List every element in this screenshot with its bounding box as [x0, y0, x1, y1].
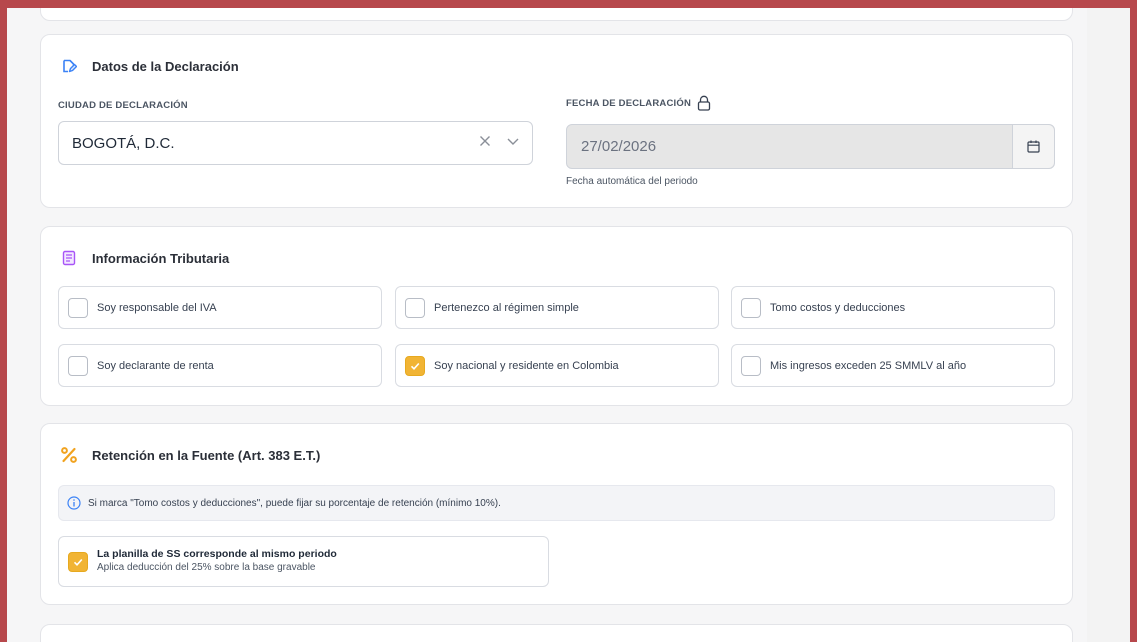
fecha-helper-text: Fecha automática del periodo: [566, 176, 698, 187]
option-planilla-ss[interactable]: La planilla de SS corresponde al mismo p…: [58, 536, 549, 587]
previous-section-card: [40, 8, 1073, 21]
checkbox[interactable]: [405, 297, 425, 318]
datos-declaracion-title: Datos de la Declaración: [92, 58, 239, 74]
fecha-label-group: FECHA DE DECLARACIÓN: [566, 95, 711, 111]
next-section-card: [40, 624, 1073, 642]
clear-icon[interactable]: [478, 134, 492, 152]
ciudad-label: CIUDAD DE DECLARACIÓN: [58, 100, 188, 111]
checkbox[interactable]: [741, 297, 761, 318]
ciudad-select[interactable]: BOGOTÁ, D.C.: [58, 121, 533, 165]
check-icon: [73, 558, 83, 566]
chevron-down-icon[interactable]: [506, 134, 520, 152]
option-ingresos-exceden[interactable]: Mis ingresos exceden 25 SMMLV al año: [731, 344, 1055, 387]
option-responsable-iva[interactable]: Soy responsable del IVA: [58, 286, 382, 329]
info-icon: [67, 496, 81, 510]
checkbox-checked[interactable]: [405, 355, 425, 376]
option-label: Soy responsable del IVA: [97, 301, 217, 314]
checkbox[interactable]: [741, 355, 761, 376]
scrollbar-track[interactable]: [1087, 8, 1130, 642]
option-label: Soy nacional y residente en Colombia: [434, 359, 619, 372]
datos-declaracion-card: Datos de la Declaración CIUDAD DE DECLAR…: [40, 34, 1073, 208]
option-costos-deducciones[interactable]: Tomo costos y deducciones: [731, 286, 1055, 329]
planilla-ss-title: La planilla de SS corresponde al mismo p…: [97, 548, 337, 560]
checkbox[interactable]: [68, 355, 88, 376]
percent-icon: [58, 444, 80, 466]
option-label: Pertenezco al régimen simple: [434, 301, 579, 314]
option-declarante-renta[interactable]: Soy declarante de renta: [58, 344, 382, 387]
fecha-value: 27/02/2026: [581, 138, 657, 155]
edit-document-icon: [58, 55, 80, 77]
planilla-ss-subtitle: Aplica deducción del 25% sobre la base g…: [97, 562, 316, 573]
clipboard-list-icon: [58, 247, 80, 269]
window-frame-top: [0, 0, 1137, 8]
option-label: Mis ingresos exceden 25 SMMLV al año: [770, 359, 967, 372]
lock-icon: [697, 95, 711, 111]
fecha-label: FECHA DE DECLARACIÓN: [566, 97, 692, 109]
datos-declaracion-header: Datos de la Declaración: [58, 55, 239, 77]
ciudad-value: BOGOTÁ, D.C.: [72, 134, 175, 152]
option-label: Tomo costos y deducciones: [770, 301, 906, 314]
retencion-fuente-card: Retención en la Fuente (Art. 383 E.T.) S…: [40, 423, 1073, 605]
check-icon: [410, 362, 420, 370]
calendar-icon: [1027, 140, 1040, 153]
option-nacional-residente[interactable]: Soy nacional y residente en Colombia: [395, 344, 719, 387]
fecha-input[interactable]: 27/02/2026: [566, 124, 1055, 169]
checkbox[interactable]: [68, 297, 88, 318]
option-regimen-simple[interactable]: Pertenezco al régimen simple: [395, 286, 719, 329]
calendar-button[interactable]: [1012, 125, 1054, 168]
retencion-info-note: Si marca "Tomo costos y deducciones", pu…: [58, 485, 1055, 521]
retencion-fuente-title: Retención en la Fuente (Art. 383 E.T.): [92, 447, 321, 463]
informacion-tributaria-title: Información Tributaria: [92, 250, 230, 266]
main-content[interactable]: Datos de la Declaración CIUDAD DE DECLAR…: [7, 8, 1087, 642]
info-note-text: Si marca "Tomo costos y deducciones", pu…: [88, 497, 501, 509]
checkbox-checked[interactable]: [68, 551, 88, 572]
informacion-tributaria-header: Información Tributaria: [58, 247, 229, 269]
informacion-tributaria-card: Información Tributaria Soy responsable d…: [40, 226, 1073, 406]
option-label: Soy declarante de renta: [97, 359, 214, 372]
retencion-fuente-header: Retención en la Fuente (Art. 383 E.T.): [58, 444, 320, 466]
